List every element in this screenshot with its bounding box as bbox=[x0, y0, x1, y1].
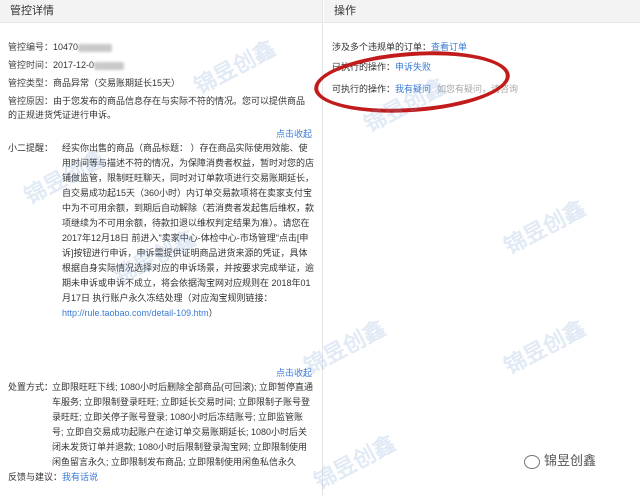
detail-row-reason: 管控原因：由于您发布的商品信息存在与实际不符的情况。您可以提供商品的正规进货凭证… bbox=[8, 94, 308, 122]
detail-row-id: 管控编号：10470 bbox=[8, 40, 113, 54]
wechat-icon bbox=[524, 454, 540, 469]
watermark: 锦昱创鑫 bbox=[499, 195, 590, 260]
control-detail-panel: 管控详情 管控编号：10470 管控时间：2017-12-0 管控类型：商品异常… bbox=[0, 0, 323, 496]
detail-row-type: 管控类型：商品异常（交易账期延长15天） bbox=[8, 76, 180, 90]
note-label: 小二提醒： bbox=[8, 143, 54, 153]
row-value: 由于您发布的商品信息存在与实际不符的情况。您可以提供商品的正规进货凭证进行申诉。 bbox=[8, 96, 306, 120]
collapse-link[interactable]: 点击收起 bbox=[276, 127, 312, 140]
row-label: 管控时间： bbox=[8, 60, 54, 70]
row-label: 管控类型： bbox=[8, 78, 54, 88]
brand-logo: 锦昱创鑫 bbox=[524, 450, 596, 469]
feedback-row: 反馈与建议：我有话说 bbox=[8, 470, 98, 484]
panel-header: 管控详情 bbox=[0, 0, 322, 23]
row-value: 10470 bbox=[53, 42, 79, 52]
row-label: 管控编号： bbox=[8, 42, 54, 52]
collapse-link-2[interactable]: 点击收起 bbox=[276, 366, 312, 379]
note-text: 经实你出售的商品（商品标题： ）存在商品实际使用效能、使用时间等与描述不符的情况… bbox=[62, 143, 315, 303]
blurred-text bbox=[94, 61, 125, 70]
logo-text: 锦昱创鑫 bbox=[544, 453, 597, 468]
ops-label: 涉及多个违规单的订单： bbox=[332, 42, 432, 52]
action-body: 立即限旺旺下线; 1080小时后删除全部商品(可回滚); 立即暂停直通车服务; … bbox=[52, 382, 314, 467]
watermark: 锦昱创鑫 bbox=[499, 315, 590, 380]
ops-header: 操作 bbox=[324, 0, 640, 23]
row-value: 商品异常（交易账期延长15天） bbox=[53, 78, 181, 88]
detail-row-time: 管控时间：2017-12-0 bbox=[8, 58, 125, 72]
rule-link[interactable]: http://rule.taobao.com/detail-109.htm bbox=[62, 308, 209, 318]
action-label: 处置方式： bbox=[8, 382, 54, 392]
feedback-label: 反馈与建议： bbox=[8, 472, 63, 482]
row-value: 2017-12-0 bbox=[53, 60, 95, 70]
note-body: 经实你出售的商品（商品标题： ）存在商品实际使用效能、使用时间等与描述不符的情况… bbox=[62, 141, 314, 321]
feedback-link[interactable]: 我有话说 bbox=[62, 472, 98, 482]
note-end: ） bbox=[208, 308, 218, 318]
row-label: 管控原因： bbox=[8, 96, 54, 106]
blurred-text bbox=[78, 43, 113, 52]
